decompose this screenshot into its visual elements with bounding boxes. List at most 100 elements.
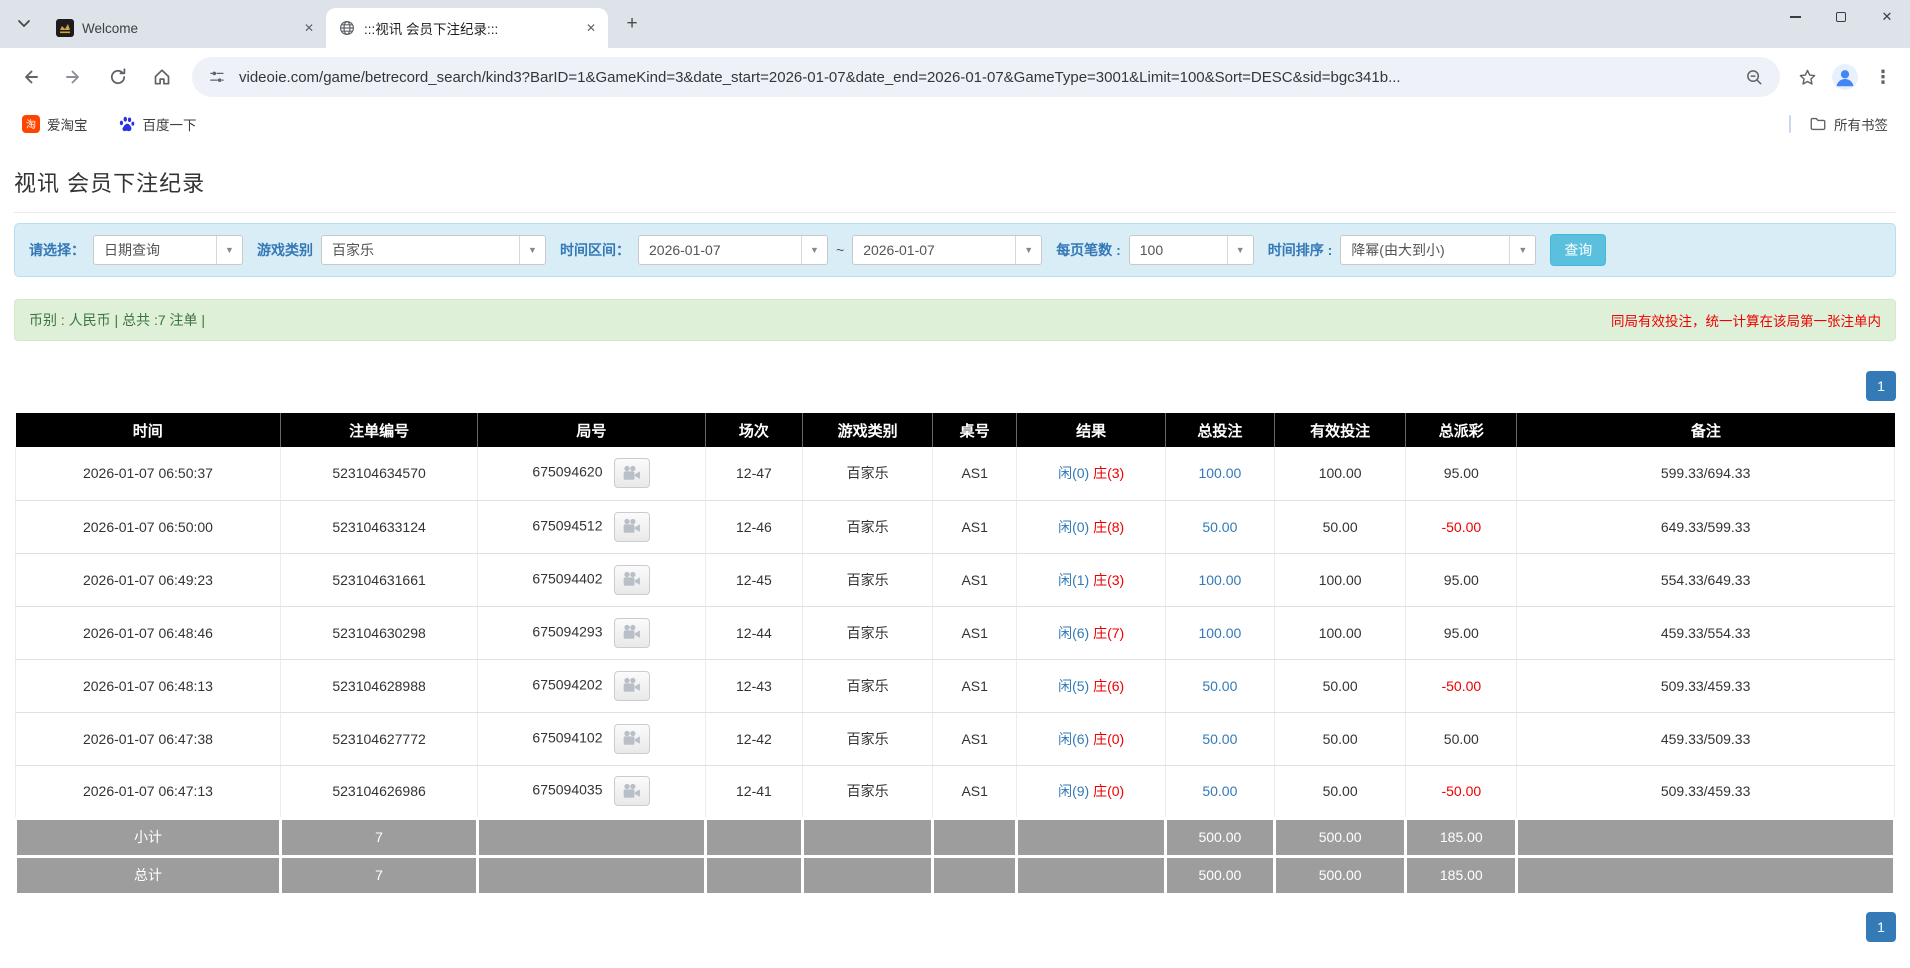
date-end-select[interactable]: 2026-01-07 ▼ [852, 235, 1043, 265]
date-end-value: 2026-01-07 [863, 242, 935, 258]
select-arrow-icon: ▼ [519, 236, 545, 264]
tab-close-icon[interactable]: ✕ [300, 19, 318, 37]
session: 12-46 [705, 500, 804, 554]
valid-bet: 50.00 [1274, 712, 1407, 766]
total-bet-link[interactable]: 50.00 [1202, 519, 1237, 535]
film-camera-icon [624, 465, 641, 480]
result-cell: 闲(0) 庄(3) [1016, 447, 1166, 501]
page-1-button[interactable]: 1 [1866, 911, 1896, 942]
star-icon[interactable] [1790, 60, 1824, 94]
round-cell: 675094620 [477, 447, 706, 501]
subtotal-row-cell [801, 816, 934, 858]
total-bet-cell[interactable]: 100.00 [1165, 447, 1275, 501]
maximize-button[interactable] [1818, 0, 1864, 34]
total-bet-cell[interactable]: 100.00 [1165, 606, 1275, 660]
summary-info-bar: 币别 : 人民币 | 总共 :7 注单 | 同局有效投注，统一计算在该局第一张注… [14, 299, 1896, 341]
total-bet-link[interactable]: 100.00 [1198, 625, 1241, 641]
round-cell: 675094512 [477, 500, 706, 554]
total-bet-link[interactable]: 100.00 [1198, 572, 1241, 588]
video-replay-button[interactable] [614, 617, 651, 648]
table-number: AS1 [932, 659, 1018, 713]
bet-time: 2026-01-07 06:47:13 [15, 765, 281, 819]
menu-kebab-icon[interactable]: ⋮ [1866, 60, 1900, 94]
reload-button[interactable] [98, 57, 138, 97]
all-bookmarks-button[interactable]: 所有书签 [1801, 111, 1896, 137]
tab-search-button[interactable] [10, 10, 38, 38]
total-bet-cell[interactable]: 100.00 [1165, 553, 1275, 607]
window-close-button[interactable]: ✕ [1864, 0, 1910, 34]
page-size-select[interactable]: 100 ▼ [1128, 235, 1254, 265]
column-header: 场次 [705, 413, 804, 447]
date-start-select[interactable]: 2026-01-07 ▼ [638, 235, 828, 265]
bet-id: 523104628988 [280, 659, 479, 713]
forward-button[interactable] [54, 57, 94, 97]
bookmark-taobao[interactable]: 淘 爱淘宝 [14, 111, 96, 137]
video-replay-button[interactable] [614, 458, 651, 489]
query-type-label: 请选择： [29, 242, 85, 258]
home-button[interactable] [142, 57, 182, 97]
search-button[interactable]: 查询 [1550, 234, 1607, 266]
date-start-value: 2026-01-07 [649, 242, 721, 258]
video-replay-button[interactable] [614, 776, 651, 806]
total-bet-cell[interactable]: 50.00 [1165, 659, 1275, 713]
round-number: 675094512 [532, 517, 603, 534]
total-bet-link[interactable]: 50.00 [1202, 678, 1237, 694]
result-cell: 闲(1) 庄(3) [1016, 553, 1166, 607]
video-replay-button[interactable] [614, 564, 651, 595]
banker-result: 庄(3) [1093, 571, 1125, 588]
column-header: 游戏类别 [802, 413, 933, 447]
film-camera-icon [624, 677, 641, 692]
chevron-down-icon [18, 20, 30, 28]
video-replay-button[interactable] [614, 723, 651, 754]
filter-panel: 请选择： 日期查询 ▼ 游戏类别 百家乐 ▼ 时间区间： 2026-01-07 … [14, 223, 1896, 277]
table-number: AS1 [932, 765, 1018, 819]
query-type-select[interactable]: 日期查询 ▼ [93, 235, 243, 265]
subtotal-row-cell [1515, 816, 1896, 858]
tab-bet-records[interactable]: :::视讯 会员下注纪录::: ✕ [326, 8, 608, 48]
bet-table-body: 2026-01-07 06:50:37 523104634570 675094620… [15, 447, 1895, 819]
total-row-cell [1015, 854, 1167, 896]
bet-time: 2026-01-07 06:50:37 [15, 447, 281, 501]
player-result: 闲(6) [1058, 730, 1090, 747]
result-cell: 闲(6) 庄(0) [1016, 712, 1166, 766]
zoom-out-icon[interactable] [1742, 65, 1766, 89]
pagination-top: 1 [14, 371, 1896, 401]
remark: 459.33/509.33 [1516, 712, 1895, 766]
video-replay-button[interactable] [614, 511, 651, 542]
tab-close-icon[interactable]: ✕ [582, 19, 600, 37]
profile-button[interactable] [1828, 60, 1862, 94]
sort-select[interactable]: 降幂(由大到小) ▼ [1340, 235, 1537, 265]
total-bet-cell[interactable]: 50.00 [1165, 500, 1275, 554]
site-settings-icon[interactable] [206, 66, 228, 88]
game-kind: 百家乐 [802, 765, 933, 819]
banker-result: 庄(0) [1093, 783, 1125, 799]
banker-result: 庄(3) [1093, 465, 1125, 482]
total-bet-link[interactable]: 100.00 [1198, 465, 1241, 481]
result-cell: 闲(0) 庄(8) [1016, 500, 1166, 554]
total-bet-cell[interactable]: 50.00 [1165, 712, 1275, 766]
round-cell: 675094102 [477, 712, 706, 766]
result-cell: 闲(9) 庄(0) [1016, 765, 1166, 819]
table-number: AS1 [932, 447, 1018, 501]
subtotal-row-cell [476, 816, 707, 858]
page-size-value: 100 [1139, 242, 1164, 258]
table-row: 2026-01-07 06:49:23 523104631661 675094402… [15, 553, 1895, 607]
bookmark-baidu[interactable]: 百度一下 [110, 111, 205, 137]
game-kind-value: 百家乐 [332, 242, 374, 258]
page-1-button[interactable]: 1 [1866, 371, 1896, 401]
back-button[interactable] [10, 57, 50, 97]
url-text[interactable]: videoie.com/game/betrecord_search/kind3?… [239, 69, 1731, 86]
total-bet-link[interactable]: 50.00 [1202, 731, 1237, 747]
video-replay-button[interactable] [614, 670, 651, 701]
new-tab-button[interactable]: + [618, 10, 646, 38]
game-kind-select[interactable]: 百家乐 ▼ [321, 235, 546, 265]
minimize-button[interactable] [1772, 0, 1818, 34]
url-bar[interactable]: videoie.com/game/betrecord_search/kind3?… [192, 57, 1780, 97]
tab-welcome[interactable]: Welcome ✕ [44, 8, 326, 48]
select-arrow-icon: ▼ [1015, 236, 1041, 264]
table-footer: 小计 7 500.00 500.00 185.00 总计 7 500.00 500.00 185.… [14, 816, 1896, 896]
game-kind: 百家乐 [802, 500, 933, 554]
total-bet-link[interactable]: 50.00 [1202, 783, 1237, 799]
bet-id: 523104634570 [280, 447, 479, 501]
total-bet-cell[interactable]: 50.00 [1165, 765, 1275, 819]
